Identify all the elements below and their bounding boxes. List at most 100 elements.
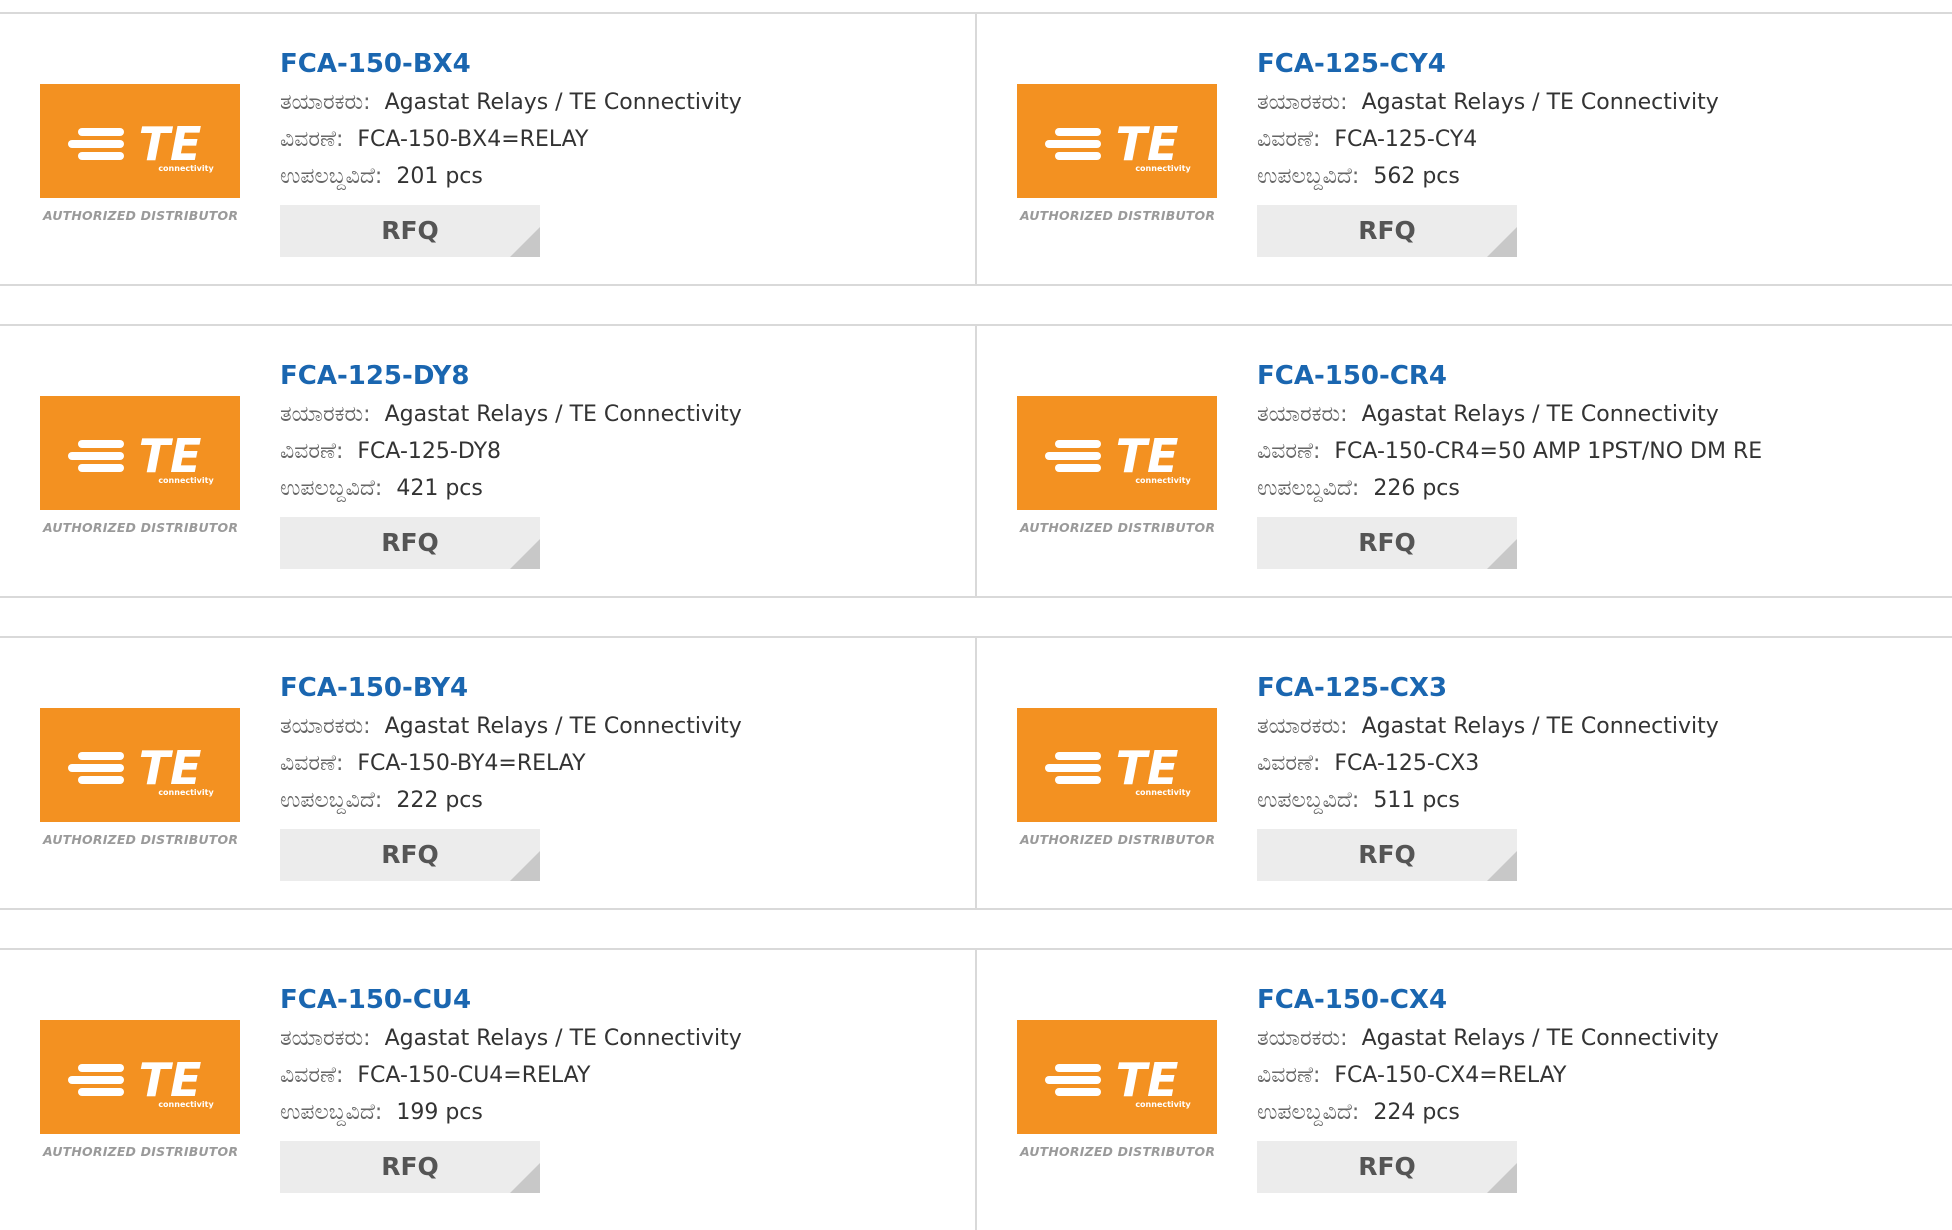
connectivity-text: connectivity bbox=[1135, 164, 1191, 173]
availability-label: ಉಪಲಬ್ದವಿದೆ: bbox=[280, 476, 383, 501]
part-number-link[interactable]: FCA-150-CU4 bbox=[280, 980, 471, 1020]
rfq-button[interactable]: RFQ bbox=[280, 517, 540, 569]
description-label: ವಿವರಣೆ: bbox=[280, 1063, 344, 1088]
product-info: FCA-150-CX4 ತಯಾರಕರು: Agastat Relays / TE … bbox=[1257, 980, 1937, 1193]
te-connectivity-logo[interactable]: TE connectivity AUTHORIZED DISTRIBUTOR bbox=[40, 1020, 240, 1170]
rfq-button[interactable]: RFQ bbox=[280, 1141, 540, 1193]
manufacturer-value: Agastat Relays / TE Connectivity bbox=[1361, 402, 1719, 427]
authorized-distributor-caption: AUTHORIZED DISTRIBUTOR bbox=[1020, 520, 1216, 535]
rfq-label: RFQ bbox=[381, 216, 439, 245]
availability-label: ಉಪಲಬ್ದವಿದೆ: bbox=[1257, 476, 1360, 501]
te-logo-mark: TE connectivity bbox=[1045, 429, 1191, 485]
te-connectivity-logo[interactable]: TE connectivity AUTHORIZED DISTRIBUTOR bbox=[1017, 1020, 1217, 1170]
availability-value: 201 pcs bbox=[396, 164, 483, 189]
rfq-button[interactable]: RFQ bbox=[1257, 517, 1517, 569]
rfq-button[interactable]: RFQ bbox=[280, 205, 540, 257]
product-card: TE connectivity AUTHORIZED DISTRIBUTOR F… bbox=[977, 14, 1952, 284]
te-brand-text: TE bbox=[1116, 741, 1179, 795]
part-number-link[interactable]: FCA-125-CX3 bbox=[1257, 668, 1447, 708]
rfq-button[interactable]: RFQ bbox=[1257, 205, 1517, 257]
te-brand-text: TE bbox=[1116, 1053, 1179, 1107]
part-number-link[interactable]: FCA-125-DY8 bbox=[280, 356, 469, 396]
rfq-label: RFQ bbox=[381, 1152, 439, 1181]
manufacturer-label: ತಯಾರಕರು: bbox=[280, 1026, 371, 1051]
te-connectivity-logo[interactable]: TE connectivity AUTHORIZED DISTRIBUTOR bbox=[40, 396, 240, 546]
product-grid: TE connectivity AUTHORIZED DISTRIBUTOR F… bbox=[0, 0, 1952, 1230]
manufacturer-value: Agastat Relays / TE Connectivity bbox=[1361, 714, 1719, 739]
product-info: FCA-150-CR4 ತಯಾರಕರು: Agastat Relays / TE … bbox=[1257, 356, 1937, 569]
availability-line: ಉಪಲಬ್ದವಿದೆ: 199 pcs bbox=[280, 1094, 960, 1131]
manufacturer-value: Agastat Relays / TE Connectivity bbox=[1361, 90, 1719, 115]
manufacturer-label: ತಯಾರಕರು: bbox=[280, 90, 371, 115]
manufacturer-label: ತಯಾರಕರು: bbox=[1257, 714, 1348, 739]
manufacturer-value: Agastat Relays / TE Connectivity bbox=[384, 714, 742, 739]
availability-label: ಉಪಲಬ್ದವಿದೆ: bbox=[280, 1100, 383, 1125]
product-card: TE connectivity AUTHORIZED DISTRIBUTOR F… bbox=[977, 326, 1952, 596]
availability-value: 562 pcs bbox=[1373, 164, 1460, 189]
manufacturer-label: ತಯಾರಕರು: bbox=[280, 402, 371, 427]
description-label: ವಿವರಣೆ: bbox=[1257, 1063, 1321, 1088]
part-number-link[interactable]: FCA-150-BX4 bbox=[280, 44, 471, 84]
authorized-distributor-caption: AUTHORIZED DISTRIBUTOR bbox=[43, 208, 239, 223]
description-value: FCA-125-DY8 bbox=[357, 439, 502, 464]
manufacturer-line: ತಯಾರಕರು: Agastat Relays / TE Connectivity bbox=[280, 396, 960, 433]
te-connectivity-logo[interactable]: TE connectivity AUTHORIZED DISTRIBUTOR bbox=[1017, 396, 1217, 546]
description-line: ವಿವರಣೆ: FCA-150-CX4=RELAY bbox=[1257, 1057, 1937, 1094]
product-card: TE connectivity AUTHORIZED DISTRIBUTOR F… bbox=[977, 950, 1952, 1230]
te-logo-box: TE connectivity bbox=[40, 1020, 240, 1134]
corner-triangle-icon bbox=[1487, 227, 1517, 257]
te-connectivity-logo[interactable]: TE connectivity AUTHORIZED DISTRIBUTOR bbox=[1017, 708, 1217, 858]
te-logo-box: TE connectivity bbox=[1017, 84, 1217, 198]
te-brand-text: TE bbox=[139, 117, 202, 171]
part-number-link[interactable]: FCA-150-CX4 bbox=[1257, 980, 1447, 1020]
corner-triangle-icon bbox=[1487, 851, 1517, 881]
te-connectivity-logo[interactable]: TE connectivity AUTHORIZED DISTRIBUTOR bbox=[40, 84, 240, 234]
manufacturer-line: ತಯಾರಕರು: Agastat Relays / TE Connectivity bbox=[1257, 396, 1937, 433]
description-line: ವಿವರಣೆ: FCA-125-CY4 bbox=[1257, 121, 1937, 158]
rfq-button[interactable]: RFQ bbox=[280, 829, 540, 881]
availability-line: ಉಪಲಬ್ದವಿದೆ: 224 pcs bbox=[1257, 1094, 1937, 1131]
connectivity-text: connectivity bbox=[158, 164, 214, 173]
authorized-distributor-caption: AUTHORIZED DISTRIBUTOR bbox=[1020, 208, 1216, 223]
product-row: TE connectivity AUTHORIZED DISTRIBUTOR F… bbox=[0, 324, 1952, 598]
product-row: TE connectivity AUTHORIZED DISTRIBUTOR F… bbox=[0, 12, 1952, 286]
availability-line: ಉಪಲಬ್ದವಿದೆ: 222 pcs bbox=[280, 782, 960, 819]
availability-value: 199 pcs bbox=[396, 1100, 483, 1125]
manufacturer-line: ತಯಾರಕರು: Agastat Relays / TE Connectivity bbox=[280, 1020, 960, 1057]
te-connectivity-logo[interactable]: TE connectivity AUTHORIZED DISTRIBUTOR bbox=[40, 708, 240, 858]
corner-triangle-icon bbox=[510, 227, 540, 257]
availability-label: ಉಪಲಬ್ದವಿದೆ: bbox=[1257, 788, 1360, 813]
manufacturer-value: Agastat Relays / TE Connectivity bbox=[384, 90, 742, 115]
authorized-distributor-caption: AUTHORIZED DISTRIBUTOR bbox=[1020, 1144, 1216, 1159]
te-logo-box: TE connectivity bbox=[1017, 396, 1217, 510]
te-logo-box: TE connectivity bbox=[1017, 708, 1217, 822]
connectivity-text: connectivity bbox=[158, 476, 214, 485]
rfq-button[interactable]: RFQ bbox=[1257, 1141, 1517, 1193]
te-connectivity-logo[interactable]: TE connectivity AUTHORIZED DISTRIBUTOR bbox=[1017, 84, 1217, 234]
te-logo-mark: TE connectivity bbox=[68, 741, 214, 797]
availability-label: ಉಪಲಬ್ದವಿದೆ: bbox=[280, 788, 383, 813]
corner-triangle-icon bbox=[510, 539, 540, 569]
part-number-link[interactable]: FCA-125-CY4 bbox=[1257, 44, 1446, 84]
manufacturer-label: ತಯಾರಕರು: bbox=[1257, 90, 1348, 115]
te-brand-text: TE bbox=[139, 429, 202, 483]
rfq-label: RFQ bbox=[381, 528, 439, 557]
rfq-button[interactable]: RFQ bbox=[1257, 829, 1517, 881]
manufacturer-label: ತಯಾರಕರು: bbox=[1257, 402, 1348, 427]
rfq-label: RFQ bbox=[1358, 1152, 1416, 1181]
corner-triangle-icon bbox=[1487, 1163, 1517, 1193]
description-value: FCA-125-CY4 bbox=[1334, 127, 1478, 152]
part-number-link[interactable]: FCA-150-CR4 bbox=[1257, 356, 1447, 396]
product-row: TE connectivity AUTHORIZED DISTRIBUTOR F… bbox=[0, 636, 1952, 910]
rfq-label: RFQ bbox=[1358, 528, 1416, 557]
description-value: FCA-150-CX4=RELAY bbox=[1334, 1063, 1567, 1088]
manufacturer-label: ತಯಾರಕರು: bbox=[1257, 1026, 1348, 1051]
product-row: TE connectivity AUTHORIZED DISTRIBUTOR F… bbox=[0, 948, 1952, 1230]
connectivity-text: connectivity bbox=[158, 788, 214, 797]
connectivity-text: connectivity bbox=[1135, 1100, 1191, 1109]
availability-value: 224 pcs bbox=[1373, 1100, 1460, 1125]
part-number-link[interactable]: FCA-150-BY4 bbox=[280, 668, 468, 708]
connectivity-text: connectivity bbox=[1135, 788, 1191, 797]
rfq-label: RFQ bbox=[1358, 840, 1416, 869]
te-logo-mark: TE connectivity bbox=[68, 429, 214, 485]
